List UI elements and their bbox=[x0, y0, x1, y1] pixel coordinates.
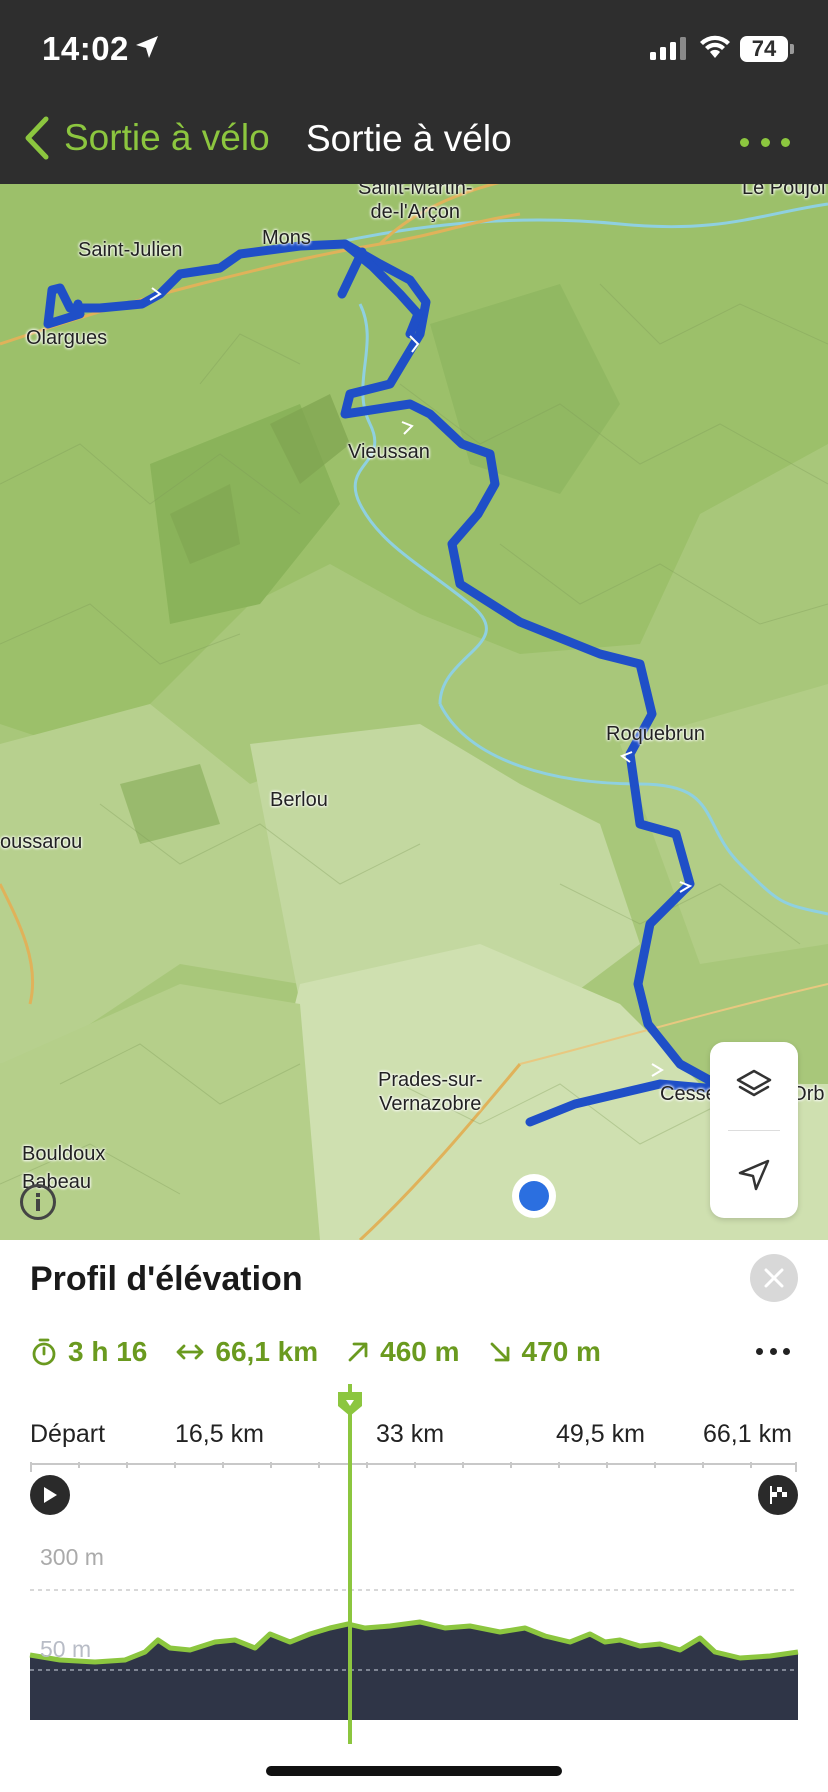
place-label-olargues: Olargues bbox=[26, 327, 108, 349]
status-bar: 14:02 74 bbox=[0, 0, 828, 100]
distance-tick-label: Départ bbox=[30, 1420, 106, 1448]
place-label-bouldoux: Bouldoux bbox=[22, 1143, 106, 1165]
place-label-prades: Prades-sur- Vernazobre bbox=[378, 1069, 483, 1115]
navigation-arrow-icon bbox=[738, 1159, 770, 1191]
controls-divider bbox=[728, 1130, 780, 1131]
dot bbox=[781, 137, 790, 147]
cellular-signal-icon bbox=[650, 37, 686, 60]
elevation-tick-label: 300 m bbox=[40, 1544, 104, 1570]
stat-distance-value: 66,1 km bbox=[215, 1336, 319, 1367]
route-stats: 3 h 16 66,1 km 460 m 470 m bbox=[30, 1332, 629, 1372]
arrow-down-right-icon bbox=[490, 1342, 509, 1362]
stat-distance: 66,1 km bbox=[175, 1336, 318, 1368]
profile-cursor[interactable] bbox=[348, 1384, 352, 1744]
place-label-mons: Mons bbox=[262, 227, 311, 249]
place-label-berlou: Berlou bbox=[270, 789, 328, 811]
stat-duration: 3 h 16 bbox=[30, 1336, 147, 1368]
layers-icon bbox=[736, 1069, 772, 1097]
home-indicator bbox=[266, 1766, 562, 1776]
map-controls bbox=[710, 1042, 798, 1218]
elevation-profile-chart[interactable] bbox=[0, 1530, 828, 1730]
horizontal-arrows-icon bbox=[176, 1344, 204, 1360]
distance-tick-label: 66,1 km bbox=[703, 1420, 792, 1448]
status-time: 14:02 bbox=[42, 30, 129, 67]
map-view[interactable]: Saint-Martin- de-l'Arçon Le Poujol Saint… bbox=[0, 184, 828, 1240]
back-button[interactable]: Sortie à vélo bbox=[24, 110, 270, 166]
place-label-saint-julien: Saint-Julien bbox=[78, 239, 183, 261]
stats-more-button[interactable] bbox=[756, 1348, 790, 1360]
place-label-boussarou: oussarou bbox=[0, 831, 83, 853]
elevation-tick-label: 50 m bbox=[40, 1636, 92, 1662]
play-icon bbox=[44, 1487, 57, 1503]
stat-ascent-value: 460 m bbox=[380, 1336, 460, 1367]
stat-ascent: 460 m bbox=[346, 1336, 460, 1368]
place-label-le-poujol: Le Poujol bbox=[742, 184, 826, 199]
page-title: Sortie à vélo bbox=[306, 118, 512, 159]
place-label-saint-martin: Saint-Martin- de-l'Arçon bbox=[358, 184, 473, 223]
axis-ticks bbox=[30, 1462, 797, 1472]
sheet-title: Profil d'élévation bbox=[30, 1260, 303, 1298]
dot bbox=[740, 137, 749, 147]
battery-level: 74 bbox=[751, 36, 777, 61]
finish-flag-icon bbox=[758, 1475, 798, 1515]
start-flag-icon bbox=[30, 1475, 70, 1515]
dot bbox=[769, 1348, 777, 1355]
back-button-label: Sortie à vélo bbox=[64, 117, 270, 158]
stat-descent-value: 470 m bbox=[521, 1336, 601, 1367]
layers-button[interactable] bbox=[710, 1042, 798, 1128]
checkered-flag-icon bbox=[770, 1486, 787, 1504]
map-info-button[interactable] bbox=[20, 1184, 56, 1220]
distance-tick-label: 16,5 km bbox=[175, 1420, 264, 1448]
distance-axis: Départ 16,5 km 33 km 49,5 km 66,1 km bbox=[0, 1420, 828, 1454]
place-label-vieussan: Vieussan bbox=[348, 441, 430, 463]
dot bbox=[760, 137, 770, 147]
more-options-button[interactable] bbox=[740, 122, 790, 162]
battery-icon: 74 bbox=[740, 36, 794, 62]
stat-descent: 470 m bbox=[488, 1336, 601, 1368]
chevron-left-icon bbox=[25, 116, 49, 160]
stat-duration-value: 3 h 16 bbox=[68, 1336, 148, 1367]
elevation-area bbox=[30, 1622, 798, 1720]
close-button[interactable] bbox=[750, 1254, 798, 1302]
close-icon bbox=[764, 1268, 784, 1288]
location-arrow-icon bbox=[136, 36, 158, 58]
dot bbox=[756, 1348, 763, 1355]
distance-tick-label: 33 km bbox=[376, 1420, 445, 1448]
stopwatch-icon bbox=[32, 1338, 56, 1366]
info-icon bbox=[36, 1193, 40, 1211]
wifi-icon bbox=[700, 35, 730, 58]
arrow-up-right-icon bbox=[348, 1342, 368, 1362]
place-label-roquebrun: Roquebrun bbox=[606, 723, 705, 745]
elevation-profile-sheet: Profil d'élévation 3 h 16 66,1 km 460 m bbox=[0, 1240, 828, 1792]
dot bbox=[783, 1348, 790, 1355]
nav-bar: Sortie à vélo Sortie à vélo bbox=[0, 100, 828, 184]
cursor-handle-icon[interactable] bbox=[336, 1390, 364, 1418]
locate-me-button[interactable] bbox=[710, 1132, 798, 1218]
distance-tick-label: 49,5 km bbox=[556, 1420, 645, 1448]
